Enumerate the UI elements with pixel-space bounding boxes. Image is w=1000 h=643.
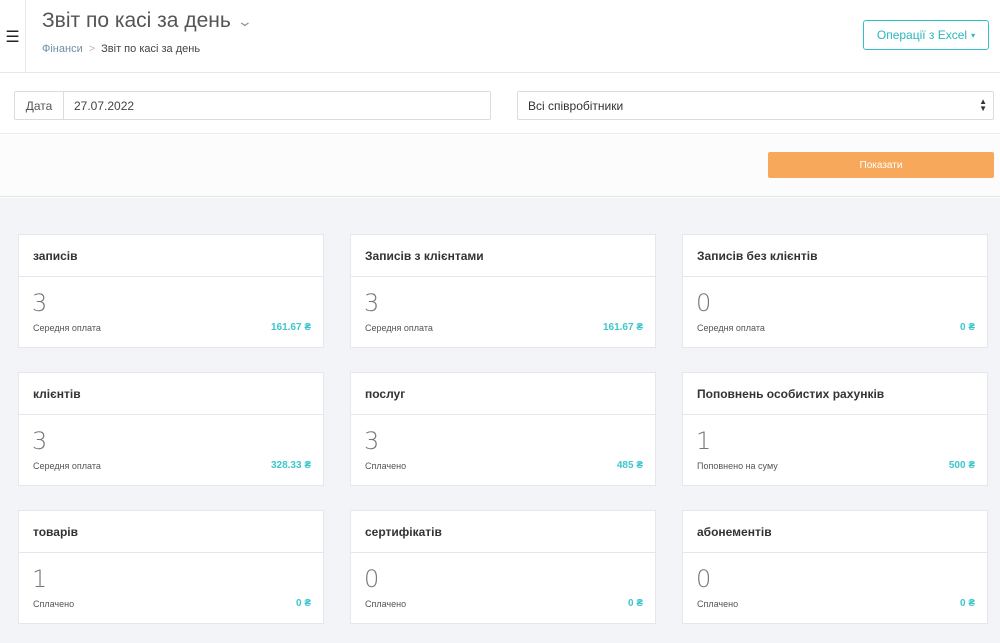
- card-value: 3: [32, 289, 48, 317]
- card-title: послуг: [351, 373, 655, 415]
- card-body: 0 Сплачено 0 ₴: [683, 553, 987, 624]
- card-title: абонементів: [683, 511, 987, 553]
- caret-down-icon: ▾: [971, 30, 976, 40]
- card-title: Поповнень особистих рахунків: [683, 373, 987, 415]
- card-body: 3 Середня оплата 161.67 ₴: [19, 277, 323, 348]
- card-value: 3: [32, 427, 48, 455]
- show-button[interactable]: Показати: [768, 152, 994, 178]
- card-body: 1 Поповнено на суму 500 ₴: [683, 415, 987, 486]
- card-amount: 0 ₴: [959, 322, 975, 333]
- card-body: 0 Сплачено 0 ₴: [351, 553, 655, 624]
- card-subtitle: Середня оплата: [365, 323, 433, 333]
- filters-bar: Дата Всі співробітники ▲▼: [0, 74, 1000, 134]
- card-subtitle: Сплачено: [33, 599, 75, 609]
- card-value: 3: [364, 289, 380, 317]
- stat-card: записів 3 Середня оплата 161.67 ₴: [18, 234, 324, 348]
- stat-card: Записів без клієнтів 0 Середня оплата 0 …: [682, 234, 988, 348]
- card-value: 0: [364, 565, 380, 593]
- card-subtitle: Сплачено: [365, 599, 407, 609]
- stat-card: товарів 1 Сплачено 0 ₴: [18, 510, 324, 624]
- date-input[interactable]: [64, 92, 490, 119]
- card-amount: 0 ₴: [627, 598, 643, 609]
- stat-card: сертифікатів 0 Сплачено 0 ₴: [350, 510, 656, 624]
- staff-select[interactable]: Всі співробітники ▲ ▼: [517, 91, 994, 120]
- card-body: 3 Сплачено 485 ₴: [351, 415, 655, 486]
- card-amount: 328.33 ₴: [270, 460, 311, 471]
- card-amount: 161.67 ₴: [602, 322, 643, 333]
- card-title: Записів без клієнтів: [683, 235, 987, 277]
- title-block: Звіт по касі за день ⌄ Фінанси > Звіт по к…: [42, 9, 253, 55]
- card-subtitle: Сплачено: [365, 461, 407, 471]
- stat-card: клієнтів 3 Середня оплата 328.33 ₴: [18, 372, 324, 486]
- stat-card: Поповнень особистих рахунків 1 Поповнено…: [682, 372, 988, 486]
- card-value: 1: [696, 427, 712, 455]
- hamburger-icon[interactable]: ☰: [0, 0, 26, 73]
- top-bar: ☰ Звіт по касі за день ⌄ Фінанси > Звіт по…: [0, 0, 1000, 73]
- card-value: 0: [696, 565, 712, 593]
- excel-button-label: Операції з Excel: [876, 28, 968, 42]
- stat-card: послуг 3 Сплачено 485 ₴: [350, 372, 656, 486]
- breadcrumb: Фінанси > Звіт по касі за день: [42, 43, 251, 55]
- card-amount: 0 ₴: [959, 598, 975, 609]
- card-amount: 161.67 ₴: [270, 322, 311, 333]
- card-title: клієнтів: [19, 373, 323, 415]
- breadcrumb-parent-link[interactable]: Фінанси: [42, 43, 83, 55]
- card-title: товарів: [19, 511, 323, 553]
- card-title: Записів з клієнтами: [351, 235, 655, 277]
- date-label: Дата: [15, 92, 64, 119]
- card-body: 0 Середня оплата 0 ₴: [683, 277, 987, 348]
- card-title: сертифікатів: [351, 511, 655, 553]
- card-subtitle: Середня оплата: [33, 323, 101, 333]
- card-amount: 485 ₴: [616, 460, 643, 471]
- card-body: 3 Середня оплата 328.33 ₴: [19, 415, 323, 486]
- excel-operations-button[interactable]: Операції з Excel ▾: [863, 20, 989, 50]
- card-amount: 0 ₴: [295, 598, 311, 609]
- breadcrumb-current: Звіт по касі за день: [101, 43, 201, 55]
- chevron-down-icon[interactable]: ⌄: [236, 13, 252, 30]
- card-subtitle: Середня оплата: [33, 461, 101, 471]
- card-amount: 500 ₴: [948, 460, 975, 471]
- page-title: Звіт по касі за день: [42, 9, 231, 32]
- stats-area: записів 3 Середня оплата 161.67 ₴ Записі…: [0, 198, 1000, 643]
- stat-card: абонементів 0 Сплачено 0 ₴: [682, 510, 988, 624]
- card-value: 3: [364, 427, 380, 455]
- card-subtitle: Сплачено: [697, 599, 739, 609]
- action-bar: Показати: [0, 135, 1000, 197]
- select-arrows-icon: ▲ ▼: [979, 97, 987, 113]
- card-value: 1: [32, 565, 48, 593]
- date-filter: Дата: [14, 91, 491, 120]
- page-title-row: Звіт по касі за день ⌄: [42, 9, 253, 33]
- card-body: 3 Середня оплата 161.67 ₴: [351, 277, 655, 348]
- card-value: 0: [696, 289, 712, 317]
- card-subtitle: Поповнено на суму: [697, 461, 778, 471]
- card-title: записів: [19, 235, 323, 277]
- card-subtitle: Середня оплата: [697, 323, 765, 333]
- card-body: 1 Сплачено 0 ₴: [19, 553, 323, 624]
- stat-card: Записів з клієнтами 3 Середня оплата 161…: [350, 234, 656, 348]
- breadcrumb-separator: >: [88, 43, 96, 55]
- staff-select-value: Всі співробітники: [528, 98, 624, 113]
